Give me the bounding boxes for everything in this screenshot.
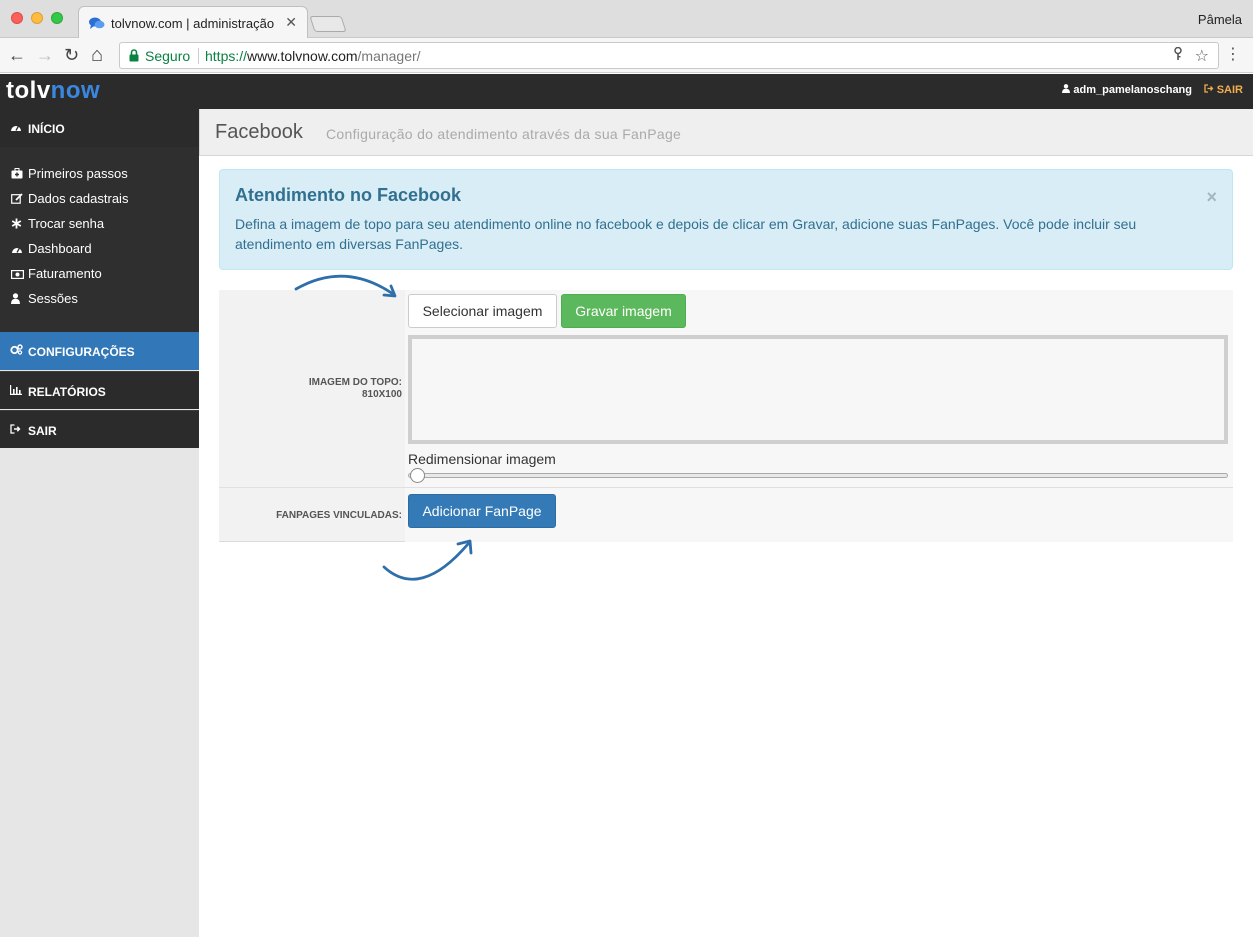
sidebar-item-configuracoes[interactable]: CONFIGURAÇÕES xyxy=(0,332,199,370)
resize-image-label: Redimensionar imagem xyxy=(408,451,556,467)
address-separator xyxy=(198,48,199,64)
home-icon[interactable]: ⌂ xyxy=(91,44,103,66)
sidebar-item-dashboard[interactable]: Dashboard xyxy=(0,237,199,261)
dashboard-icon xyxy=(10,121,22,135)
sidebar-item-label: RELATÓRIOS xyxy=(28,385,106,399)
annotation-arrow-select-image xyxy=(294,274,397,298)
add-fanpage-button[interactable]: Adicionar FanPage xyxy=(408,494,556,528)
user-info[interactable]: adm_pamelanoschang xyxy=(1062,84,1192,96)
resize-image-slider[interactable] xyxy=(408,473,1228,478)
annotation-arrow-add-fanpage xyxy=(382,539,473,581)
secure-label: Seguro xyxy=(145,48,191,64)
sidebar-item-label: Sessões xyxy=(28,291,78,306)
facebook-settings-form: IMAGEM DO TOPO: 810X100 Selecionar image… xyxy=(219,290,1233,542)
browser-menu-icon[interactable]: ⋮ xyxy=(1225,46,1241,64)
save-image-button[interactable]: Gravar imagem xyxy=(561,294,686,328)
bookmark-star-icon[interactable]: ☆ xyxy=(1195,46,1209,66)
edit-icon xyxy=(11,192,23,207)
sidebar-item-label: Dados cadastrais xyxy=(28,191,129,206)
sidebar-item-dados-cadastrais[interactable]: Dados cadastrais xyxy=(0,187,199,211)
minimize-window-button[interactable] xyxy=(31,12,43,24)
slider-handle[interactable] xyxy=(410,468,425,483)
sidebar-item-label: INÍCIO xyxy=(28,122,65,136)
top-image-label: IMAGEM DO TOPO: 810X100 xyxy=(309,377,402,401)
page-subtitle: Configuração do atendimento através da s… xyxy=(326,126,682,142)
tab-title: tolvnow.com | administração xyxy=(111,16,275,31)
top-image-label-size: 810X100 xyxy=(361,389,402,400)
bar-chart-icon xyxy=(10,384,22,398)
close-tab-icon[interactable]: ✕ xyxy=(285,14,297,31)
sign-out-icon xyxy=(1204,84,1214,96)
close-icon[interactable]: × xyxy=(1206,187,1217,208)
sidebar-item-faturamento[interactable]: Faturamento xyxy=(0,262,199,286)
logo-tolv: tolv xyxy=(6,77,51,104)
info-alert: Atendimento no Facebook Defina a imagem … xyxy=(219,169,1233,270)
sidebar-submenu: Primeiros passos Dados cadastrais Trocar… xyxy=(0,147,199,332)
address-bar[interactable]: Seguro https://www.tolvnow.com/manager/ … xyxy=(119,42,1219,69)
sidebar-item-relatorios[interactable]: RELATÓRIOS xyxy=(0,371,199,409)
medkit-icon xyxy=(11,167,23,182)
new-tab-button[interactable] xyxy=(309,16,347,32)
app-header: tolvnow adm_pamelanoschang SAIR xyxy=(0,74,1253,109)
browser-toolbar: ← → ↻ ⌂ Seguro https://www.tolvnow.com/m… xyxy=(0,38,1253,73)
maximize-window-button[interactable] xyxy=(51,12,63,24)
sidebar-item-sessoes[interactable]: Sessões xyxy=(0,287,199,311)
row-divider xyxy=(219,487,1233,488)
logo[interactable]: tolvnow xyxy=(6,77,100,105)
url-scheme: https:// xyxy=(205,48,248,64)
browser-tab[interactable]: tolvnow.com | administração ✕ xyxy=(78,6,308,39)
browser-tab-strip: tolvnow.com | administração ✕ Pâmela xyxy=(0,0,1253,39)
user-icon xyxy=(11,292,20,307)
sidebar-item-label: Trocar senha xyxy=(28,216,105,231)
logout-label: SAIR xyxy=(1216,84,1243,96)
sidebar-item-trocar-senha[interactable]: Trocar senha xyxy=(0,212,199,236)
alert-text: Defina a imagem de topo para seu atendim… xyxy=(235,216,1137,252)
forward-arrow-icon[interactable]: → xyxy=(36,44,54,66)
url-host: www.tolvnow.com xyxy=(247,48,358,64)
gears-icon xyxy=(10,344,23,358)
sign-out-icon xyxy=(10,423,21,437)
page-title: Facebook xyxy=(215,121,303,143)
profile-name[interactable]: Pâmela xyxy=(1198,12,1242,27)
user-icon xyxy=(1062,84,1071,96)
money-icon xyxy=(11,267,25,282)
logo-now: now xyxy=(50,77,101,104)
sidebar-item-label: Faturamento xyxy=(28,266,102,281)
lock-icon xyxy=(129,49,139,67)
username: adm_pamelanoschang xyxy=(1073,84,1192,96)
sidebar-item-label: Dashboard xyxy=(28,241,92,256)
back-arrow-icon[interactable]: ← xyxy=(8,44,26,66)
sidebar-item-label: SAIR xyxy=(28,424,57,438)
reload-icon[interactable]: ↻ xyxy=(64,44,79,66)
dashboard-icon xyxy=(11,242,23,257)
sidebar-item-label: Primeiros passos xyxy=(28,166,128,181)
url-text: https://www.tolvnow.com/manager/ xyxy=(205,48,421,64)
sidebar-item-label: CONFIGURAÇÕES xyxy=(28,345,135,359)
top-image-preview xyxy=(408,335,1228,444)
page-header: Facebook Configuração do atendimento atr… xyxy=(199,109,1253,156)
key-icon[interactable] xyxy=(1174,46,1182,64)
top-image-label-title: IMAGEM DO TOPO: xyxy=(308,377,402,388)
close-window-button[interactable] xyxy=(11,12,23,24)
fanpages-label: FANPAGES VINCULADAS: xyxy=(276,510,402,521)
sidebar: INÍCIO Primeiros passos Dados cadastrais… xyxy=(0,109,199,937)
sidebar-item-inicio[interactable]: INÍCIO xyxy=(0,109,199,147)
url-path: /manager/ xyxy=(357,48,421,64)
alert-title: Atendimento no Facebook xyxy=(235,185,462,205)
select-image-button[interactable]: Selecionar imagem xyxy=(408,294,557,328)
sidebar-item-primeiros-passos[interactable]: Primeiros passos xyxy=(0,162,199,186)
sidebar-item-sair[interactable]: SAIR xyxy=(0,410,199,448)
asterisk-icon xyxy=(11,217,22,232)
chat-bubbles-icon xyxy=(89,16,105,35)
logout-link[interactable]: SAIR xyxy=(1204,84,1243,96)
